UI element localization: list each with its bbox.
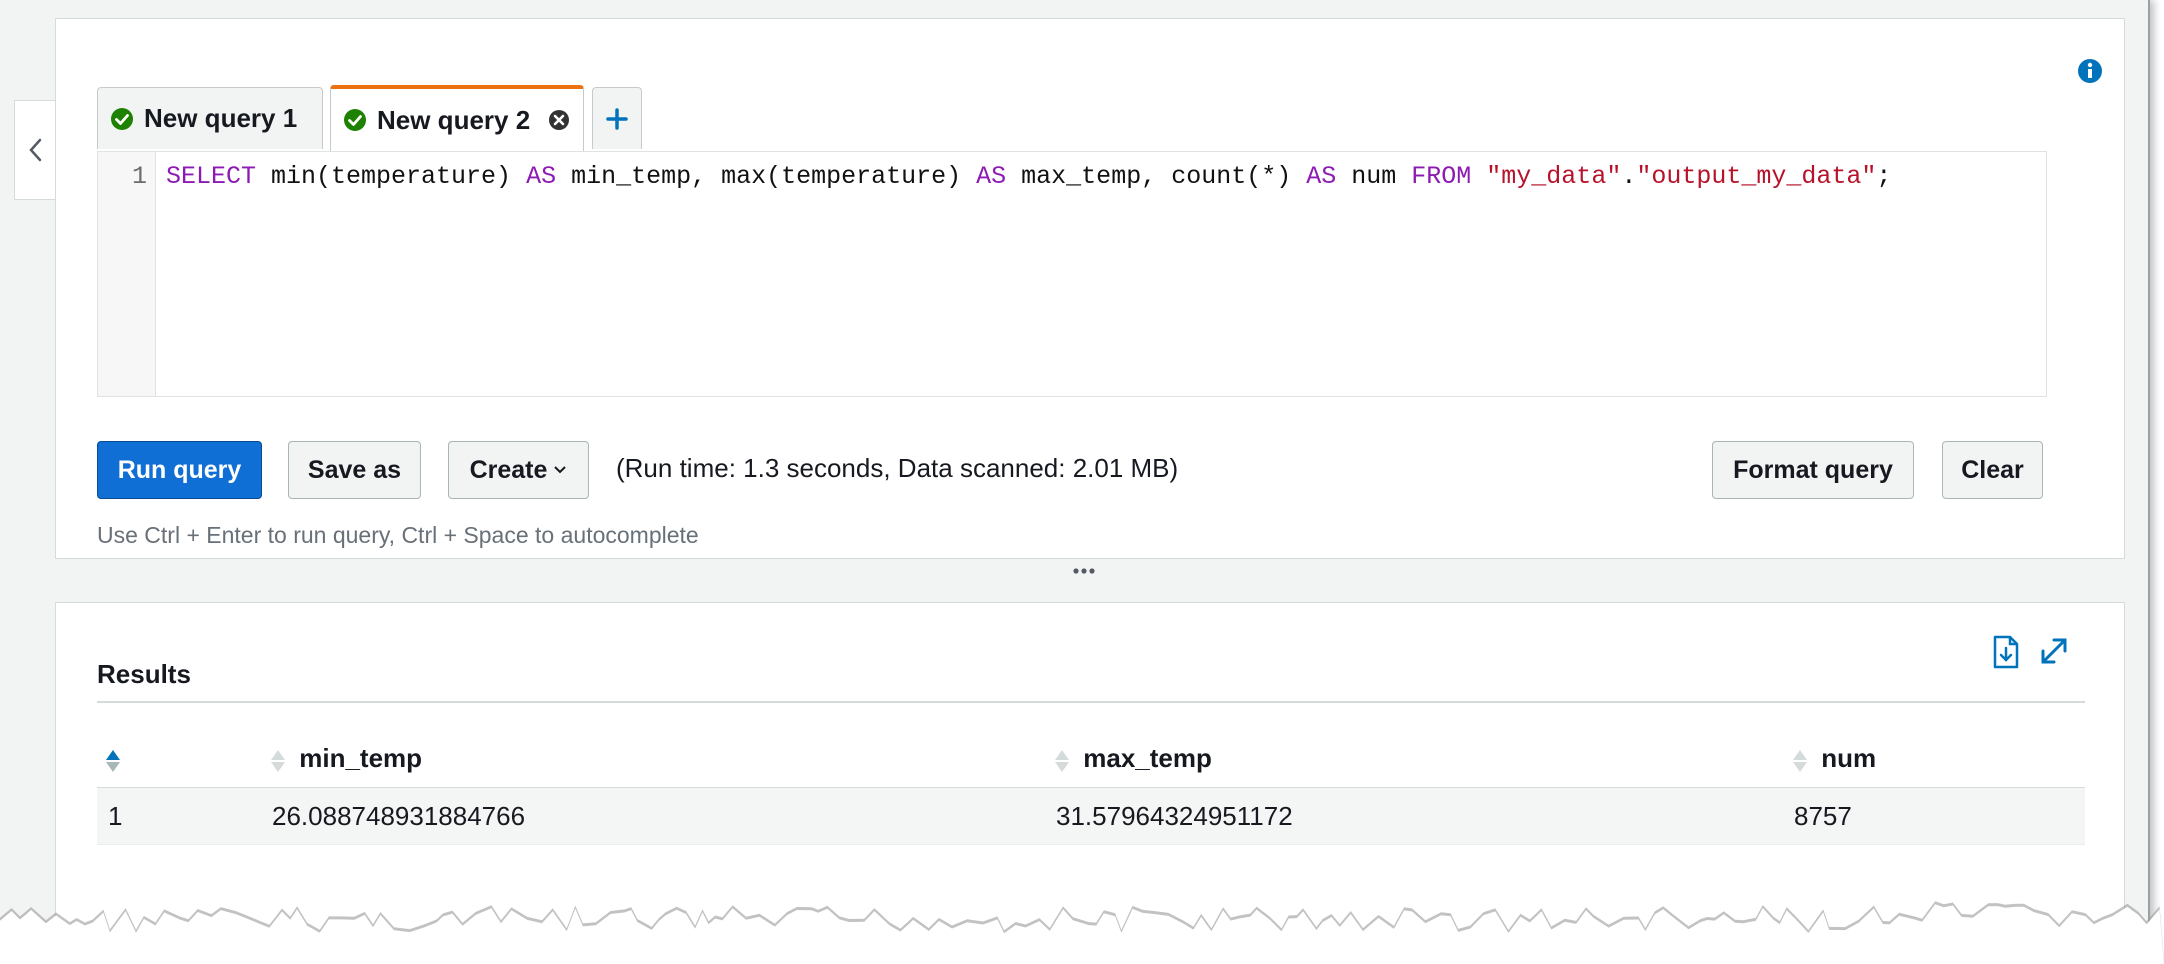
column-header-min-temp[interactable]: min_temp <box>260 731 1044 788</box>
column-label: min_temp <box>299 743 423 774</box>
tab-label: New query 1 <box>144 103 298 133</box>
expand-icon[interactable] <box>2038 635 2070 667</box>
column-header-row-number[interactable] <box>97 731 260 788</box>
run-query-button[interactable]: Run query <box>97 441 262 499</box>
table-row: 1 26.088748931884766 31.57964324951172 8… <box>97 787 2085 845</box>
sort-icon <box>271 749 285 772</box>
run-status-text: (Run time: 1.3 seconds, Data scanned: 2.… <box>616 453 1179 483</box>
resize-handle-icon[interactable] <box>1073 567 1095 575</box>
info-icon[interactable] <box>2076 57 2104 85</box>
table-header-row: min_temp max_temp num <box>97 731 2085 788</box>
sql-token-string: "output_my_data" <box>1636 162 1877 191</box>
column-label: max_temp <box>1083 743 1212 774</box>
results-table: min_temp max_temp num 1 26.0887489318847… <box>97 731 2085 845</box>
torn-edge-decoration <box>0 901 2164 964</box>
line-number: 1 <box>131 162 147 191</box>
column-header-num[interactable]: num <box>1782 731 2085 788</box>
results-divider <box>97 701 2085 703</box>
table-cell-min-temp: 26.088748931884766 <box>260 787 1044 845</box>
collapse-panel-button[interactable] <box>14 100 55 200</box>
query-editor-panel: New query 1 New query 2 1 SELECT min(tem… <box>55 18 2125 559</box>
sort-ascending-icon <box>106 749 120 772</box>
keyboard-hint: Use Ctrl + Enter to run query, Ctrl + Sp… <box>97 522 699 548</box>
table-cell-max-temp: 31.57964324951172 <box>1044 787 1782 845</box>
sql-token-plain: min_temp, max(temperature) <box>556 162 977 191</box>
tab-new-query-2[interactable]: New query 2 <box>330 85 584 151</box>
create-label: Create <box>469 455 548 484</box>
save-as-button[interactable]: Save as <box>288 441 421 499</box>
column-header-max-temp[interactable]: max_temp <box>1044 731 1782 788</box>
add-tab-button[interactable] <box>592 87 642 149</box>
sql-token-plain: max_temp, count(*) <box>1006 162 1307 191</box>
sort-icon <box>1055 749 1069 772</box>
plus-icon <box>606 107 628 130</box>
results-title: Results <box>97 659 191 689</box>
create-dropdown-button[interactable]: Create <box>448 441 589 499</box>
sort-icon <box>1793 749 1807 772</box>
clear-button[interactable]: Clear <box>1942 441 2043 499</box>
check-circle-icon <box>111 107 133 130</box>
format-query-button[interactable]: Format query <box>1712 441 1914 499</box>
sql-token-plain: num <box>1336 162 1412 191</box>
tab-label: New query 2 <box>377 104 531 135</box>
sql-token-keyword: AS <box>1306 162 1337 191</box>
column-label: num <box>1821 743 1877 774</box>
sql-token-plain: . <box>1621 162 1637 191</box>
close-circle-icon[interactable] <box>548 109 570 131</box>
athena-query-editor: New query 1 New query 2 1 SELECT min(tem… <box>0 0 2150 964</box>
sql-token-keyword: FROM <box>1411 162 1472 191</box>
chevron-down-icon <box>554 466 567 474</box>
sql-token-string: "my_data" <box>1486 162 1622 191</box>
table-cell-row-number: 1 <box>97 787 260 845</box>
chevron-left-icon <box>29 138 42 162</box>
sql-token-keyword: SELECT <box>166 162 257 191</box>
check-circle-icon <box>344 109 366 131</box>
line-numbers: 1 <box>98 152 156 396</box>
sql-token-plain <box>1471 162 1486 191</box>
sql-token-plain: ; <box>1876 162 1892 191</box>
sql-token-keyword: AS <box>526 162 557 191</box>
code-line[interactable]: SELECT min(temperature) AS min_temp, max… <box>166 162 1891 191</box>
sql-editor[interactable]: 1 SELECT min(temperature) AS min_temp, m… <box>97 151 2047 397</box>
sql-token-plain: min(temperature) <box>256 162 527 191</box>
table-cell-num: 8757 <box>1782 787 2085 845</box>
tab-new-query-1[interactable]: New query 1 <box>97 87 323 149</box>
sql-token-keyword: AS <box>976 162 1007 191</box>
download-csv-icon[interactable] <box>1991 635 2021 669</box>
